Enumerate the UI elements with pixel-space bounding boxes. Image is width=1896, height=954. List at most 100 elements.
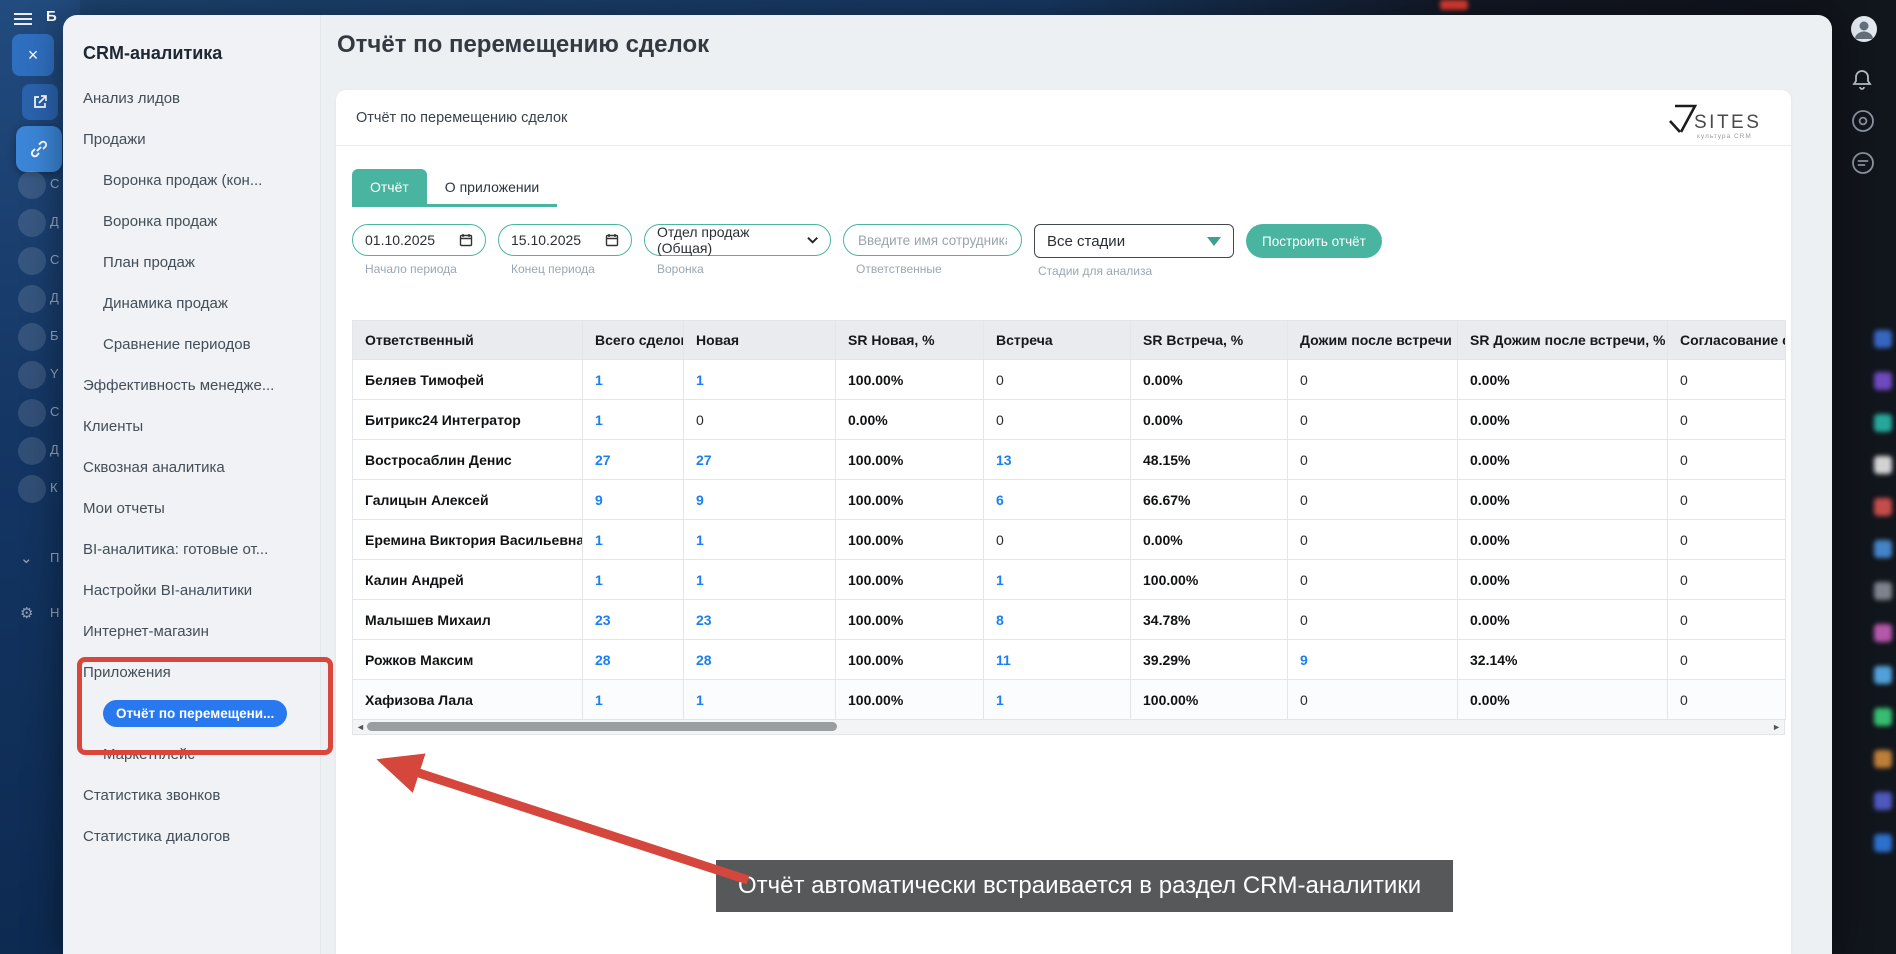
deal-count-link[interactable]: 1 bbox=[595, 372, 603, 388]
right-rail bbox=[1832, 0, 1896, 954]
sidebar-item-10[interactable]: Мои отчеты bbox=[63, 488, 320, 529]
deal-count-link[interactable]: 6 bbox=[996, 492, 1004, 508]
deal-count-link[interactable]: 13 bbox=[996, 452, 1012, 468]
start-date-input[interactable]: 01.10.2025 bbox=[352, 224, 486, 256]
funnel-select[interactable]: Отдел продаж (Общая) bbox=[644, 224, 831, 256]
deal-count-link[interactable]: 1 bbox=[996, 692, 1004, 708]
deal-count-link[interactable]: 1 bbox=[595, 412, 603, 428]
responsible-input[interactable] bbox=[856, 232, 1009, 249]
sidebar-item-18[interactable]: Статистика диалогов bbox=[63, 816, 320, 857]
sidebar-item-4[interactable]: План продаж bbox=[63, 242, 320, 283]
deal-count-link[interactable]: 23 bbox=[696, 612, 712, 628]
value-cell: 1 bbox=[684, 680, 836, 720]
sidebar-item-11[interactable]: BI-аналитика: готовые от... bbox=[63, 529, 320, 570]
rail-menu-badge[interactable] bbox=[18, 247, 46, 275]
pinned-app-icon[interactable] bbox=[1874, 414, 1892, 432]
pinned-app-icon[interactable] bbox=[1874, 582, 1892, 600]
pinned-app-icon[interactable] bbox=[1874, 666, 1892, 684]
sidebar-item-6[interactable]: Сравнение периодов bbox=[63, 324, 320, 365]
portal-name-cut: Б bbox=[46, 8, 57, 25]
sidebar-item-3[interactable]: Воронка продаж bbox=[63, 201, 320, 242]
pinned-app-icon[interactable] bbox=[1874, 708, 1892, 726]
app-link-icon[interactable] bbox=[16, 126, 62, 172]
rail-menu-badge[interactable] bbox=[18, 437, 46, 465]
sidebar-active-pill[interactable]: Отчёт по перемещени... bbox=[103, 700, 287, 727]
rail-menu-badge[interactable] bbox=[18, 399, 46, 427]
rail-menu-badge[interactable] bbox=[18, 171, 46, 199]
rail-menu-badge[interactable] bbox=[18, 285, 46, 313]
pinned-app-icon[interactable] bbox=[1874, 330, 1892, 348]
chevron-icon[interactable]: ⌄ bbox=[20, 549, 33, 567]
deal-count-link[interactable]: 1 bbox=[996, 572, 1004, 588]
horizontal-scrollbar[interactable]: ◄ ► bbox=[352, 720, 1785, 735]
sidebar-item-1[interactable]: Продажи bbox=[63, 119, 320, 160]
stages-select[interactable]: Все стадии bbox=[1034, 224, 1234, 258]
deal-count-link[interactable]: 1 bbox=[696, 572, 704, 588]
value-cell: 9 bbox=[583, 480, 684, 520]
deal-count-link[interactable]: 28 bbox=[696, 652, 712, 668]
responsible-name-cell: Беляев Тимофей bbox=[353, 360, 583, 400]
deal-count-link[interactable]: 27 bbox=[696, 452, 712, 468]
sidebar-item-14[interactable]: Приложения bbox=[63, 652, 320, 693]
deal-count-link[interactable]: 1 bbox=[696, 532, 704, 548]
deal-count-link[interactable]: 28 bbox=[595, 652, 611, 668]
support-button[interactable] bbox=[1850, 108, 1876, 139]
user-avatar[interactable] bbox=[1850, 15, 1878, 48]
pinned-app-icon[interactable] bbox=[1874, 498, 1892, 516]
pinned-app-icon[interactable] bbox=[1874, 750, 1892, 768]
notification-red-badge bbox=[1440, 0, 1468, 10]
rail-menu-badge[interactable] bbox=[18, 361, 46, 389]
deal-count-link[interactable]: 23 bbox=[595, 612, 611, 628]
calendar-icon bbox=[459, 233, 473, 247]
value-cell: 0.00% bbox=[1458, 440, 1668, 480]
sidebar-item-16[interactable]: Маркетплейс bbox=[63, 734, 320, 775]
value-cell: 0.00% bbox=[1458, 680, 1668, 720]
gear-icon[interactable]: ⚙ bbox=[20, 604, 33, 622]
deal-count-link[interactable]: 1 bbox=[595, 572, 603, 588]
column-header-2: Новая bbox=[684, 321, 836, 360]
sidebar-item-2[interactable]: Воронка продаж (кон... bbox=[63, 160, 320, 201]
value-cell: 100.00% bbox=[836, 680, 984, 720]
pinned-app-icon[interactable] bbox=[1874, 540, 1892, 558]
pinned-app-icon[interactable] bbox=[1874, 792, 1892, 810]
pinned-app-icon[interactable] bbox=[1874, 372, 1892, 390]
scrollbar-thumb[interactable] bbox=[367, 722, 837, 731]
sidebar-item-12[interactable]: Настройки BI-аналитики bbox=[63, 570, 320, 611]
sidebar-item-5[interactable]: Динамика продаж bbox=[63, 283, 320, 324]
rail-menu-badge[interactable] bbox=[18, 475, 46, 503]
end-date-input[interactable]: 15.10.2025 bbox=[498, 224, 632, 256]
deal-count-link[interactable]: 8 bbox=[996, 612, 1004, 628]
menu-hamburger-icon[interactable] bbox=[14, 13, 32, 25]
pinned-app-icon[interactable] bbox=[1874, 624, 1892, 642]
rail-menu-badge[interactable] bbox=[18, 323, 46, 351]
close-slider-button[interactable]: × bbox=[12, 34, 54, 76]
deal-count-link[interactable]: 9 bbox=[1300, 652, 1308, 668]
rail-menu-badge[interactable] bbox=[18, 209, 46, 237]
messenger-button[interactable] bbox=[1850, 150, 1876, 181]
deal-count-link[interactable]: 9 bbox=[595, 492, 603, 508]
scroll-left-arrow-icon[interactable]: ◄ bbox=[356, 721, 365, 733]
deal-count-link[interactable]: 27 bbox=[595, 452, 611, 468]
deal-count-link[interactable]: 9 bbox=[696, 492, 704, 508]
open-external-icon[interactable] bbox=[22, 84, 58, 120]
tab-about[interactable]: О приложении bbox=[427, 169, 557, 204]
deal-count-link[interactable]: 11 bbox=[996, 652, 1011, 668]
sidebar-item-9[interactable]: Сквозная аналитика bbox=[63, 447, 320, 488]
sidebar-item-15[interactable]: Отчёт по перемещени... bbox=[63, 693, 320, 734]
sidebar-item-0[interactable]: Анализ лидов bbox=[63, 78, 320, 119]
pinned-app-icon[interactable] bbox=[1874, 456, 1892, 474]
deal-count-link[interactable]: 1 bbox=[595, 692, 603, 708]
sidebar-item-7[interactable]: Эффективность менедже... bbox=[63, 365, 320, 406]
pinned-app-icon[interactable] bbox=[1874, 834, 1892, 852]
scroll-right-arrow-icon[interactable]: ► bbox=[1772, 721, 1781, 733]
deal-count-link[interactable]: 1 bbox=[696, 372, 704, 388]
notifications-button[interactable] bbox=[1850, 68, 1874, 97]
sidebar-item-17[interactable]: Статистика звонков bbox=[63, 775, 320, 816]
sidebar-item-8[interactable]: Клиенты bbox=[63, 406, 320, 447]
sidebar-item-13[interactable]: Интернет-магазин bbox=[63, 611, 320, 652]
deal-count-link[interactable]: 1 bbox=[696, 692, 704, 708]
value-cell: 1 bbox=[684, 360, 836, 400]
tab-report[interactable]: Отчёт bbox=[352, 169, 427, 204]
deal-count-link[interactable]: 1 bbox=[595, 532, 603, 548]
build-report-button[interactable]: Построить отчёт bbox=[1246, 224, 1382, 258]
